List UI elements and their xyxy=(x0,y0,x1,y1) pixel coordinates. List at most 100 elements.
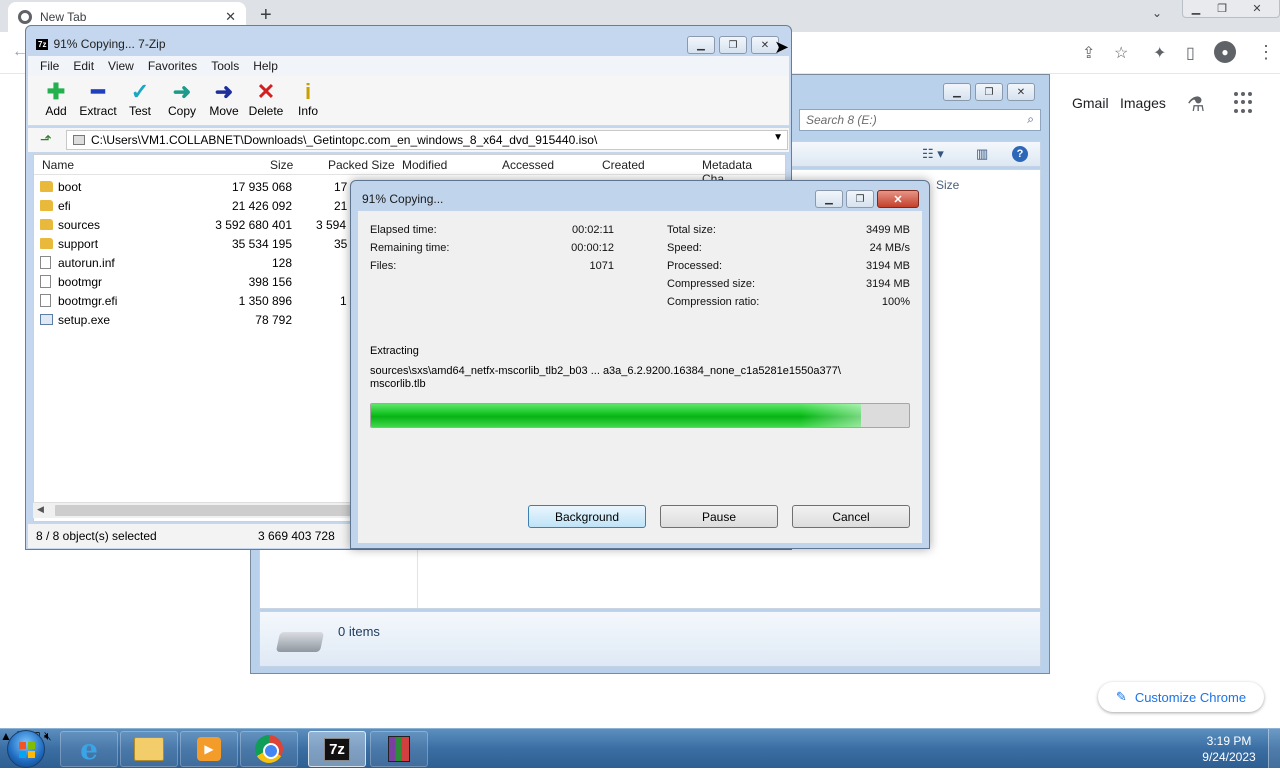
column-header-packed-size[interactable]: Packed Size xyxy=(328,158,395,172)
copy-button[interactable]: ➜ Copy xyxy=(160,80,204,119)
menu-file[interactable]: File xyxy=(40,59,59,73)
file-row[interactable]: support 35 534 195 35 xyxy=(34,235,354,254)
extract-button[interactable]: ━ Extract xyxy=(76,80,120,119)
images-link[interactable]: Images xyxy=(1120,95,1166,111)
customize-chrome-button[interactable]: ✎ Customize Chrome xyxy=(1098,682,1264,712)
menu-bar: File Edit View Favorites Tools Help xyxy=(28,56,789,76)
file-row[interactable]: bootmgr.efi 1 350 896 1 xyxy=(34,292,354,311)
internet-explorer-icon: e xyxy=(80,732,98,766)
media-player-icon: ▶ xyxy=(197,737,221,761)
background-button[interactable]: Background xyxy=(528,505,646,528)
extensions-puzzle-icon[interactable]: ✦ xyxy=(1153,43,1166,63)
dialog-window-controls: ▁ ❐ ✕ xyxy=(815,190,919,208)
extracting-label: Extracting xyxy=(370,345,419,357)
minimize-icon[interactable]: ▁ xyxy=(1183,0,1209,17)
bookmark-star-icon[interactable]: ☆ xyxy=(1114,43,1128,63)
system-clock[interactable]: 3:19 PM 9/24/2023 xyxy=(1194,733,1264,765)
clock-time: 3:19 PM xyxy=(1206,734,1252,748)
scroll-thumb[interactable] xyxy=(55,505,355,516)
file-size: 128 xyxy=(271,256,292,270)
view-options-icon[interactable]: ☷ ▾ xyxy=(922,146,944,162)
search-icon[interactable]: ⌕ xyxy=(1027,112,1034,127)
file-row[interactable]: autorun.inf 128 xyxy=(34,254,354,273)
sevenzip-logo-icon: 7z xyxy=(36,38,49,50)
close-icon[interactable]: ✕ xyxy=(877,190,919,208)
taskbar-file-explorer[interactable] xyxy=(120,731,178,767)
side-panel-icon[interactable]: ▯ xyxy=(1186,43,1195,63)
restore-icon[interactable]: ❐ xyxy=(1209,0,1235,17)
close-icon[interactable]: ✕ xyxy=(1235,0,1279,17)
path-input[interactable]: C:\Users\VM1.COLLABNET\Downloads\_Getint… xyxy=(66,130,788,150)
chrome-favicon-icon xyxy=(18,10,32,24)
delete-icon: ✕ xyxy=(256,79,276,104)
show-desktop-button[interactable] xyxy=(1268,729,1280,769)
maximize-icon[interactable]: ❐ xyxy=(975,83,1003,101)
file-name: autorun.inf xyxy=(58,256,115,270)
maximize-icon[interactable]: ❐ xyxy=(719,36,747,54)
delete-button[interactable]: ✕ Delete xyxy=(244,79,288,119)
more-menu-icon[interactable]: ⋮ xyxy=(1257,42,1275,63)
menu-help[interactable]: Help xyxy=(253,59,278,73)
new-tab-button[interactable]: + xyxy=(260,4,272,27)
info-label: Info xyxy=(297,104,318,118)
minimize-icon[interactable]: ▁ xyxy=(687,36,715,54)
start-button[interactable] xyxy=(7,730,45,768)
info-button[interactable]: i Info xyxy=(286,80,330,119)
column-header-size[interactable]: Size xyxy=(936,178,959,192)
address-bar: ⬏ C:\Users\VM1.COLLABNET\Downloads\_Geti… xyxy=(28,128,789,152)
gmail-link[interactable]: Gmail xyxy=(1072,95,1109,111)
path-text: C:\Users\VM1.COLLABNET\Downloads\_Getint… xyxy=(91,133,598,147)
test-button[interactable]: ✓ Test xyxy=(118,80,162,119)
help-button[interactable]: ? xyxy=(1012,146,1028,162)
file-row[interactable]: efi 21 426 092 21 xyxy=(34,197,354,216)
file-row[interactable]: boot 17 935 068 17 xyxy=(34,178,354,197)
sevenzip-icon: 7z xyxy=(324,737,350,761)
google-apps-icon[interactable] xyxy=(1234,92,1256,114)
profile-avatar[interactable]: ● xyxy=(1214,41,1236,63)
minimize-icon[interactable]: ▁ xyxy=(815,190,843,208)
menu-favorites[interactable]: Favorites xyxy=(148,59,197,73)
volume-muted-icon[interactable]: 🔇︎ xyxy=(44,729,52,743)
file-row[interactable]: bootmgr 398 156 xyxy=(34,273,354,292)
column-header-accessed[interactable]: Accessed xyxy=(502,158,554,172)
cancel-button[interactable]: Cancel xyxy=(792,505,910,528)
file-row[interactable]: sources 3 592 680 401 3 594 xyxy=(34,216,354,235)
executable-icon xyxy=(40,314,53,325)
path-dropdown-icon[interactable]: ▼ xyxy=(773,132,783,143)
tab-search-chevron-icon[interactable]: ⌄ xyxy=(1152,6,1162,20)
column-header-modified[interactable]: Modified xyxy=(402,158,447,172)
folder-up-icon[interactable]: ⬏ xyxy=(40,131,52,148)
explorer-search-input[interactable]: Search 8 (E:) ⌕ xyxy=(799,109,1041,131)
scroll-left-icon[interactable]: ◀ xyxy=(37,504,44,515)
column-header-created[interactable]: Created xyxy=(602,158,645,172)
file-packed-size: 21 xyxy=(334,199,348,213)
tab-title: New Tab xyxy=(40,10,87,24)
add-button[interactable]: ✚ Add xyxy=(34,80,78,119)
help-icon: ? xyxy=(1012,146,1028,162)
menu-tools[interactable]: Tools xyxy=(211,59,239,73)
taskbar-winrar[interactable] xyxy=(370,731,428,767)
taskbar-7zip[interactable]: 7z xyxy=(308,731,366,767)
move-button[interactable]: ➜ Move xyxy=(202,80,246,119)
taskbar-internet-explorer[interactable]: e xyxy=(60,731,118,767)
window-title: 91% Copying... 7-Zip xyxy=(53,37,166,51)
menu-view[interactable]: View xyxy=(108,59,134,73)
taskbar-media-player[interactable]: ▶ xyxy=(180,731,238,767)
maximize-icon[interactable]: ❐ xyxy=(846,190,874,208)
labs-flask-icon[interactable]: ⚗ xyxy=(1187,92,1205,117)
minimize-icon[interactable]: ▁ xyxy=(943,83,971,101)
taskbar-chrome[interactable] xyxy=(240,731,298,767)
column-header-size[interactable]: Size xyxy=(270,158,293,172)
menu-edit[interactable]: Edit xyxy=(73,59,94,73)
tab-close-icon[interactable]: ✕ xyxy=(225,9,236,25)
file-name: efi xyxy=(58,199,71,213)
speed-label: Speed: xyxy=(667,242,702,254)
close-icon[interactable]: ✕ xyxy=(1007,83,1035,101)
pause-button[interactable]: Pause xyxy=(660,505,778,528)
horizontal-scrollbar[interactable]: ◀ xyxy=(33,502,363,518)
customize-chrome-label: Customize Chrome xyxy=(1134,689,1247,705)
share-icon[interactable]: ⇪ xyxy=(1082,43,1095,63)
file-row[interactable]: setup.exe 78 792 xyxy=(34,311,354,330)
column-header-name[interactable]: Name xyxy=(42,158,74,172)
preview-pane-icon[interactable]: ▥ xyxy=(976,146,988,162)
